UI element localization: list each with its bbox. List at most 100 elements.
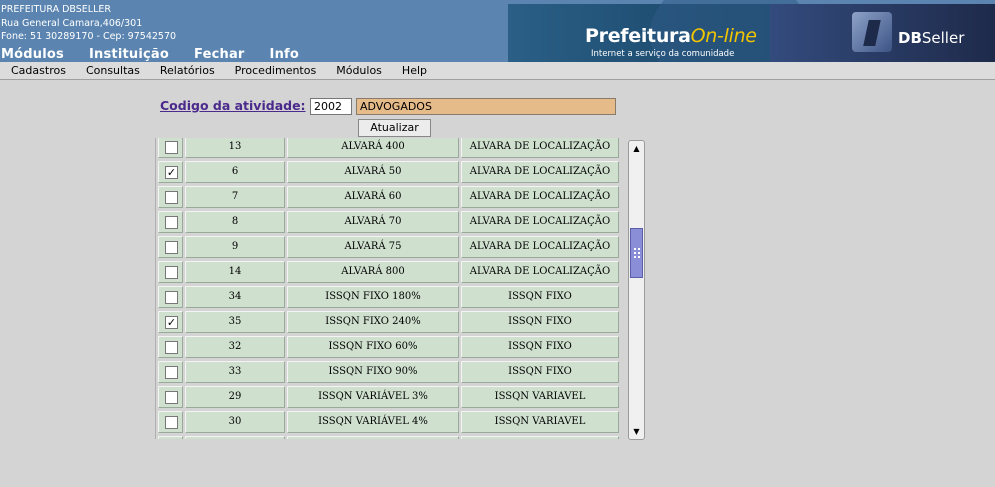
- table-row: 32 ISSQN FIXO 60% ISSQN FIXO: [156, 336, 621, 361]
- row-type: ISSQN FIXO: [461, 286, 619, 308]
- banner-tagline: Internet a serviço da comunidade: [591, 49, 735, 59]
- table-row: 8 ALVARÁ 70 ALVARA DE LOCALIZAÇÃO: [156, 211, 621, 236]
- row-checkbox[interactable]: [165, 366, 178, 379]
- row-name: ALVARÁ 50: [287, 161, 459, 183]
- menu-consultas[interactable]: Consultas: [86, 64, 140, 77]
- update-button[interactable]: Atualizar: [358, 119, 431, 137]
- table-row: 30 ISSQN VARIÁVEL 4% ISSQN VARIAVEL: [156, 411, 621, 436]
- scrollbar-thumb[interactable]: [630, 228, 643, 278]
- table-row: [156, 436, 621, 439]
- top-menu-modulos[interactable]: Módulos: [1, 47, 64, 62]
- table-row: 9 ALVARÁ 75 ALVARA DE LOCALIZAÇÃO: [156, 236, 621, 261]
- row-name: ALVARÁ 400: [287, 138, 459, 158]
- row-type: ISSQN VARIAVEL: [461, 411, 619, 433]
- row-checkbox[interactable]: [165, 416, 178, 429]
- app-header: PREFEITURA DBSELLER Rua General Camara,4…: [0, 0, 995, 62]
- table-row: 33 ISSQN FIXO 90% ISSQN FIXO: [156, 361, 621, 386]
- row-code: 30: [185, 411, 285, 433]
- org-name: PREFEITURA DBSELLER: [1, 4, 111, 15]
- top-menu-fechar[interactable]: Fechar: [194, 47, 245, 62]
- top-menu-info[interactable]: Info: [270, 47, 299, 62]
- banner-title: PrefeituraOn-line: [585, 25, 757, 47]
- row-name: ALVARÁ 60: [287, 186, 459, 208]
- table-row: 13 ALVARÁ 400 ALVARA DE LOCALIZAÇÃO: [156, 138, 621, 161]
- dbseller-wordmark: DBSeller: [898, 29, 964, 47]
- row-name: ISSQN FIXO 180%: [287, 286, 459, 308]
- menu-bar: Cadastros Consultas Relatórios Procedime…: [0, 62, 995, 80]
- grip-icon: [634, 248, 640, 258]
- row-type: ALVARA DE LOCALIZAÇÃO: [461, 261, 619, 283]
- row-code: 32: [185, 336, 285, 358]
- row-type: [461, 436, 619, 439]
- table-row: 34 ISSQN FIXO 180% ISSQN FIXO: [156, 286, 621, 311]
- activity-code-input[interactable]: [310, 98, 352, 115]
- row-checkbox[interactable]: [165, 191, 178, 204]
- row-name: ISSQN FIXO 90%: [287, 361, 459, 383]
- vertical-scrollbar[interactable]: ▲ ▼: [628, 140, 645, 440]
- table-row: 29 ISSQN VARIÁVEL 3% ISSQN VARIAVEL: [156, 386, 621, 411]
- arrow-down-icon[interactable]: ▼: [630, 425, 643, 438]
- row-name: ISSQN FIXO 240%: [287, 311, 459, 333]
- row-type: ALVARA DE LOCALIZAÇÃO: [461, 236, 619, 258]
- row-checkbox-cell: [158, 286, 183, 308]
- row-checkbox-cell: [158, 361, 183, 383]
- row-code: 8: [185, 211, 285, 233]
- row-checkbox[interactable]: [165, 391, 178, 404]
- menu-cadastros[interactable]: Cadastros: [11, 64, 66, 77]
- row-checkbox-cell: ✓: [158, 311, 183, 333]
- row-checkbox[interactable]: [165, 291, 178, 304]
- activity-description-field: [356, 98, 616, 115]
- row-name: ISSQN FIXO 60%: [287, 336, 459, 358]
- top-menu: Módulos Instituição Fechar Info: [0, 47, 324, 62]
- row-checkbox-cell: [158, 261, 183, 283]
- row-checkbox[interactable]: ✓: [165, 166, 178, 179]
- row-name: ISSQN VARIÁVEL 4%: [287, 411, 459, 433]
- row-type: ISSQN FIXO: [461, 361, 619, 383]
- row-name: [287, 436, 459, 439]
- row-checkbox[interactable]: [165, 241, 178, 254]
- table-row: ✓ 35 ISSQN FIXO 240% ISSQN FIXO: [156, 311, 621, 336]
- top-menu-instituicao[interactable]: Instituição: [89, 47, 169, 62]
- dbseller-banner: DBSeller: [770, 4, 995, 62]
- row-code: 7: [185, 186, 285, 208]
- banner-title-main: Prefeitura: [585, 25, 691, 47]
- dbseller-wordmark-bold: DB: [898, 29, 922, 47]
- row-checkbox[interactable]: [165, 216, 178, 229]
- dbseller-logo-icon: [852, 12, 892, 52]
- row-name: ISSQN VARIÁVEL 3%: [287, 386, 459, 408]
- menu-relatorios[interactable]: Relatórios: [160, 64, 215, 77]
- row-code: [185, 436, 285, 439]
- row-name: ALVARÁ 800: [287, 261, 459, 283]
- row-type: ALVARA DE LOCALIZAÇÃO: [461, 186, 619, 208]
- row-type: ALVARA DE LOCALIZAÇÃO: [461, 161, 619, 183]
- table-row: 7 ALVARÁ 60 ALVARA DE LOCALIZAÇÃO: [156, 186, 621, 211]
- row-checkbox[interactable]: [165, 266, 178, 279]
- row-checkbox[interactable]: ✓: [165, 316, 178, 329]
- row-code: 6: [185, 161, 285, 183]
- row-checkbox[interactable]: [165, 141, 178, 154]
- row-checkbox-cell: [158, 336, 183, 358]
- row-code: 35: [185, 311, 285, 333]
- row-checkbox-cell: [158, 186, 183, 208]
- row-code: 34: [185, 286, 285, 308]
- row-type: ALVARA DE LOCALIZAÇÃO: [461, 138, 619, 158]
- org-address: Rua General Camara,406/301: [1, 17, 143, 29]
- row-checkbox-cell: ✓: [158, 161, 183, 183]
- menu-procedimentos[interactable]: Procedimentos: [235, 64, 317, 77]
- table-row: 14 ALVARÁ 800 ALVARA DE LOCALIZAÇÃO: [156, 261, 621, 286]
- activity-code-link[interactable]: Codigo da atividade:: [160, 98, 306, 113]
- row-checkbox-cell: [158, 211, 183, 233]
- arrow-up-icon[interactable]: ▲: [630, 142, 643, 155]
- row-type: ISSQN FIXO: [461, 311, 619, 333]
- row-code: 33: [185, 361, 285, 383]
- banner-title-accent: On-line: [690, 25, 757, 47]
- menu-modulos[interactable]: Módulos: [336, 64, 382, 77]
- menu-help[interactable]: Help: [402, 64, 427, 77]
- activity-items-list: 13 ALVARÁ 400 ALVARA DE LOCALIZAÇÃO ✓ 6 ALVAR…: [155, 138, 621, 439]
- row-checkbox[interactable]: [165, 341, 178, 354]
- dbseller-wordmark-normal: Seller: [921, 29, 965, 47]
- row-checkbox-cell: [158, 411, 183, 433]
- org-info: PREFEITURA DBSELLER Rua General Camara,4…: [1, 3, 176, 44]
- row-type: ISSQN FIXO: [461, 336, 619, 358]
- row-code: 13: [185, 138, 285, 158]
